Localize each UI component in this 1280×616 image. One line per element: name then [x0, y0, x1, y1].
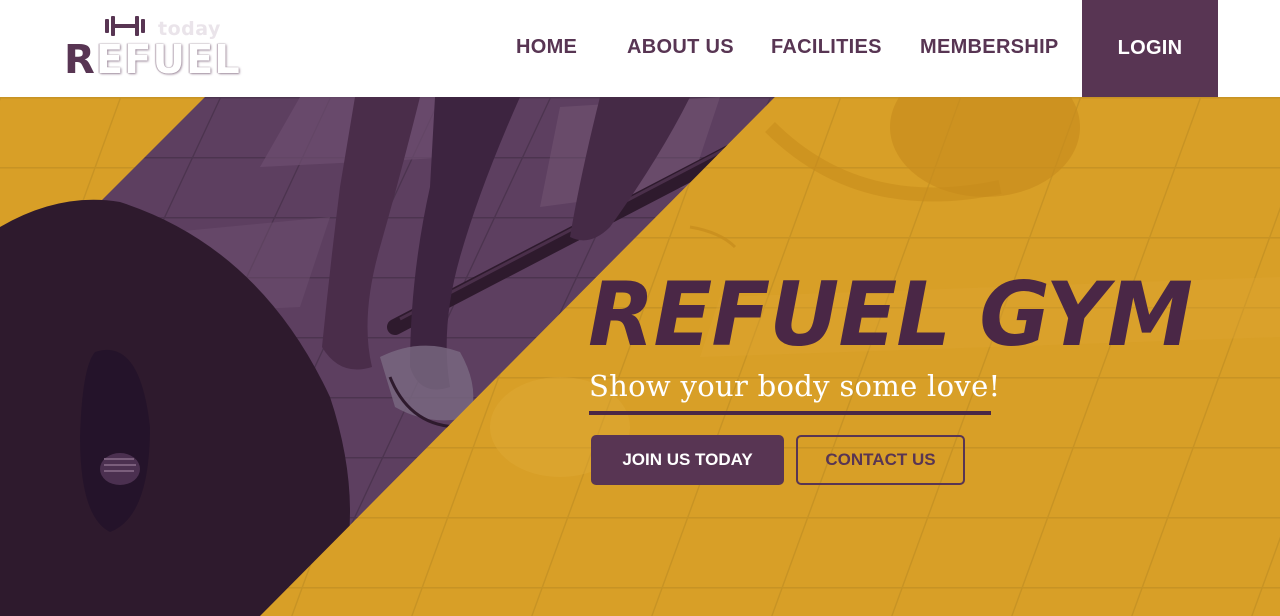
login-button[interactable]: LOGIN [1082, 0, 1218, 97]
brand-initial: R [64, 37, 96, 83]
nav-membership[interactable]: MEMBERSHIP [920, 36, 1059, 59]
join-us-button[interactable]: JOIN US TODAY [591, 435, 784, 485]
hero-tagline: Show your body some love! [589, 369, 1001, 403]
hero-title: REFUEL GYM [588, 263, 1193, 366]
site-header: today REFUEL HOME ABOUT US FACILITIES ME… [0, 0, 1280, 97]
nav-about-us[interactable]: ABOUT US [627, 36, 734, 59]
brand-logo[interactable]: today REFUEL [64, 12, 240, 84]
brand-name-rest: EFUEL [95, 37, 241, 83]
contact-us-button[interactable]: CONTACT US [796, 435, 965, 485]
brand-wordmark: REFUEL [64, 38, 241, 82]
nav-home[interactable]: HOME [516, 36, 577, 59]
tagline-underline [589, 411, 991, 415]
nav-facilities[interactable]: FACILITIES [771, 36, 882, 59]
hero-section: REFUEL GYM Show your body some love! JOI… [0, 97, 1280, 616]
dumbbell-icon [105, 16, 145, 36]
